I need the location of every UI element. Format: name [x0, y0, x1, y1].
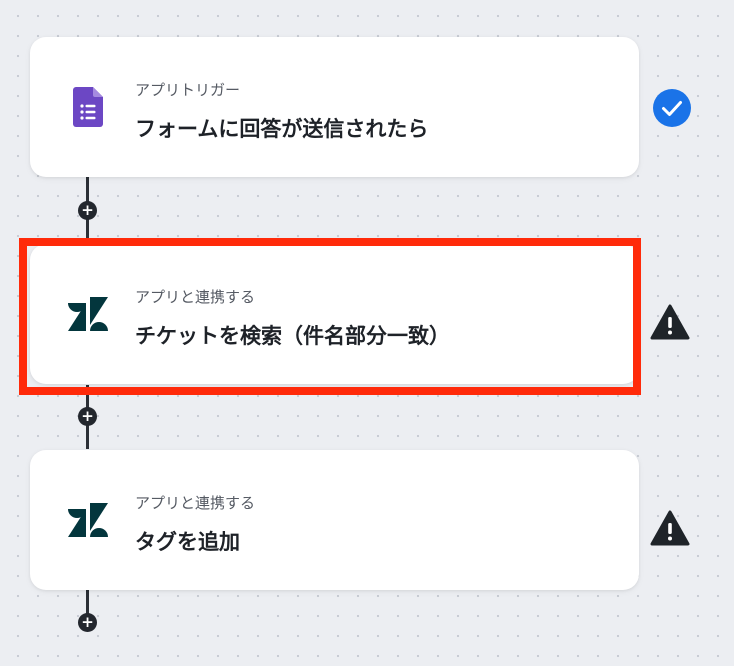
- flow-step-card-add-tag[interactable]: アプリと連携する タグを追加: [30, 450, 639, 590]
- add-step-button[interactable]: +: [78, 613, 97, 632]
- flow-step-card-trigger[interactable]: アプリトリガー フォームに回答が送信されたら: [30, 37, 639, 177]
- flow-step-card-search-ticket[interactable]: アプリと連携する チケットを検索（件名部分一致）: [30, 244, 639, 384]
- warning-icon: [650, 303, 690, 343]
- check-icon: [652, 88, 692, 128]
- google-forms-icon: [68, 87, 108, 127]
- add-step-button[interactable]: +: [78, 201, 97, 220]
- step-type-label: アプリトリガー: [135, 81, 241, 99]
- step-title: フォームに回答が送信されたら: [135, 117, 429, 141]
- warning-icon: [650, 509, 690, 549]
- step-title: チケットを検索（件名部分一致）: [135, 324, 450, 348]
- add-step-button[interactable]: +: [78, 407, 97, 426]
- step-type-label: アプリと連携する: [135, 288, 256, 306]
- zendesk-icon: [68, 294, 108, 334]
- zendesk-icon: [68, 500, 108, 540]
- step-type-label: アプリと連携する: [135, 494, 256, 512]
- step-title: タグを追加: [135, 530, 240, 554]
